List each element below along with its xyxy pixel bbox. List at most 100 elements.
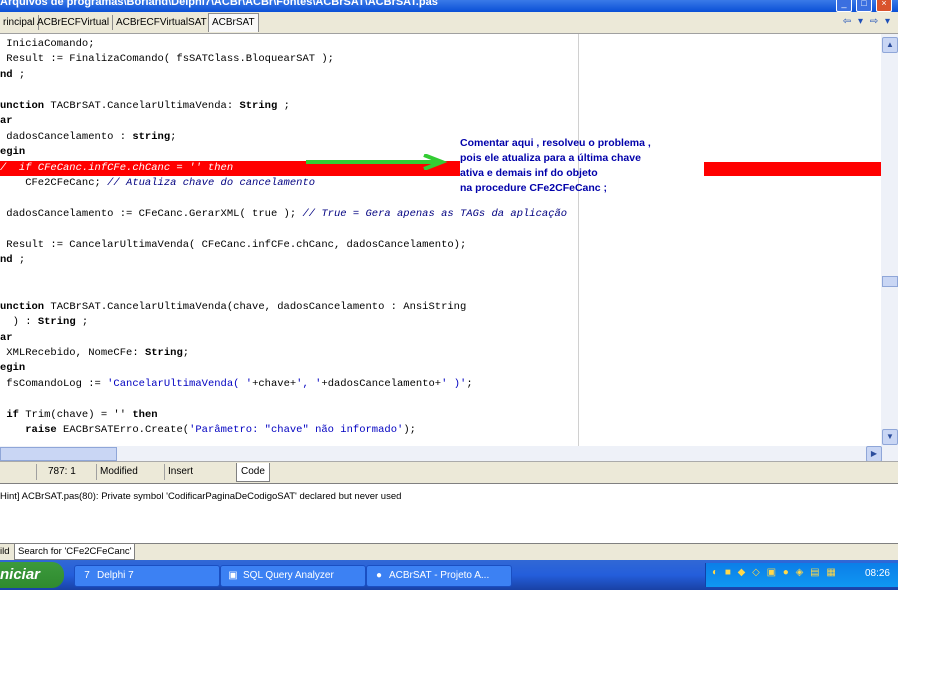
- delphi-icon: 7: [84, 570, 90, 581]
- tab-acbrsat[interactable]: ACBrSAT: [208, 13, 259, 32]
- code-line[interactable]: unction TACBrSAT.CancelarUltimaVenda: St…: [0, 99, 600, 114]
- task-sql-query-analyzer[interactable]: ▣ SQL Query Analyzer: [220, 565, 366, 587]
- task-delphi[interactable]: 7 Delphi 7: [74, 565, 220, 587]
- code-editor[interactable]: IniciaComando; Result := FinalizaComando…: [0, 34, 881, 446]
- tab-acbrecfvirtualsat[interactable]: ACBrECFVirtualSAT: [113, 15, 211, 30]
- code-token: TACBrSAT.CancelarUltimaVenda:: [44, 99, 240, 112]
- code-token: nd: [0, 68, 13, 81]
- status-divider: [164, 464, 165, 480]
- sql-analyzer-icon: ▣: [228, 570, 238, 581]
- close-button[interactable]: ×: [876, 0, 892, 12]
- code-line[interactable]: [0, 284, 600, 299]
- code-token: TACBrSAT.CancelarUltimaVenda(chave, dado…: [44, 300, 467, 313]
- modified-indicator: Modified: [100, 466, 138, 477]
- code-token: dadosCancelamento :: [0, 130, 133, 143]
- window-title: Arquivos de programas\Borland\Delphi7\AC…: [0, 0, 438, 8]
- code-line[interactable]: [0, 83, 600, 98]
- code-token: 'CancelarUltimaVenda( ': [107, 377, 253, 390]
- code-line[interactable]: IniciaComando;: [0, 37, 600, 52]
- code-token: +dadosCancelamento+: [321, 377, 442, 390]
- code-token: ;: [466, 377, 473, 390]
- code-line[interactable]: Result := CancelarUltimaVenda( CFeCanc.i…: [0, 238, 600, 253]
- code-line[interactable]: raise EACBrSATErro.Create('Parâmetro: "c…: [0, 423, 600, 438]
- scroll-right-icon[interactable]: ▶: [866, 446, 882, 462]
- code-token: ;: [75, 316, 89, 329]
- code-token: if: [6, 408, 19, 421]
- desktop-screen: Arquivos de programas\Borland\Delphi7\AC…: [0, 0, 898, 590]
- status-divider: [96, 464, 97, 480]
- task-chrome-acbrsat[interactable]: ● ACBrSAT - Projeto A...: [366, 565, 512, 587]
- code-line[interactable]: ar: [0, 114, 600, 129]
- code-token: ', ': [296, 377, 322, 390]
- code-token: ' )': [441, 377, 467, 390]
- code-line[interactable]: ) : String ;: [0, 315, 600, 330]
- code-line[interactable]: [0, 392, 600, 407]
- code-token: ;: [12, 68, 26, 81]
- code-token: // True = Gera apenas as TAGs da aplicaç…: [302, 207, 568, 220]
- message-hint[interactable]: Hint] ACBrSAT.pas(80): Private symbol 'C…: [0, 491, 401, 502]
- maximize-button[interactable]: □: [856, 0, 872, 12]
- code-line[interactable]: ar: [0, 331, 600, 346]
- code-token: unction: [0, 300, 45, 313]
- code-token: String: [144, 347, 183, 359]
- tab-acbrecfvirtual[interactable]: ACBrECFVirtual: [34, 15, 114, 30]
- task-label: ACBrSAT - Projeto A...: [389, 570, 490, 581]
- status-divider: [36, 464, 37, 480]
- code-token: String: [37, 316, 76, 329]
- vertical-scroll-thumb[interactable]: [882, 276, 898, 287]
- editor-tab-bar: rincipal ACBrECFVirtual ACBrECFVirtualSA…: [0, 12, 898, 34]
- code-token: string: [132, 130, 171, 143]
- code-line[interactable]: [0, 222, 600, 237]
- code-token: XMLRecebido, NomeCFe:: [0, 347, 145, 359]
- system-tray: ◐ ■ ◆ ◇ ▣ ● ◈ ▤ ▦ 08:26: [705, 563, 898, 587]
- code-line[interactable]: nd ;: [0, 253, 600, 268]
- code-line[interactable]: [0, 269, 600, 284]
- code-token: CFe2CFeCanc;: [0, 177, 108, 190]
- taskbar: niciar 7 Delphi 7 ▣ SQL Query Analyzer ● AC…: [0, 560, 898, 590]
- editor-status-bar: 787: 1 Modified Insert Code: [0, 461, 898, 483]
- task-label: SQL Query Analyzer: [243, 570, 334, 581]
- tab-build[interactable]: ild: [0, 544, 10, 559]
- tab-search-results[interactable]: Search for 'CFe2CFeCanc': [14, 544, 136, 560]
- highlight-bar: [704, 162, 881, 176]
- code-token: );: [403, 424, 416, 437]
- tab-principal[interactable]: rincipal: [0, 15, 39, 30]
- code-token: ) :: [0, 316, 38, 329]
- start-button[interactable]: niciar: [0, 562, 64, 588]
- code-token: 'Parâmetro: "chave" não informado': [189, 424, 404, 437]
- code-line[interactable]: fsComandoLog := 'CancelarUltimaVenda( '+…: [0, 377, 600, 392]
- code-token: IniciaComando;: [0, 38, 95, 50]
- horizontal-scrollbar[interactable]: ▶: [0, 446, 898, 462]
- cursor-position: 787: 1: [48, 466, 76, 477]
- code-line[interactable]: XMLRecebido, NomeCFe: String;: [0, 346, 600, 361]
- code-token: ;: [277, 99, 290, 112]
- clock[interactable]: 08:26: [865, 568, 890, 579]
- code-line[interactable]: nd ;: [0, 68, 600, 83]
- nav-arrows-icon[interactable]: ⇦ ▾ ⇨ ▾: [843, 16, 892, 27]
- code-token: then: [132, 408, 158, 421]
- code-token: dadosCancelamento := CFeCanc.GerarXML( t…: [0, 207, 303, 220]
- scroll-down-icon[interactable]: ▼: [882, 429, 898, 445]
- code-token: nd: [0, 254, 13, 267]
- code-token: unction: [0, 99, 45, 112]
- horizontal-scroll-thumb[interactable]: [0, 447, 117, 461]
- messages-panel[interactable]: Hint] ACBrSAT.pas(80): Private symbol 'C…: [0, 483, 898, 544]
- code-line[interactable]: unction TACBrSAT.CancelarUltimaVenda(cha…: [0, 300, 600, 315]
- minimize-button[interactable]: _: [836, 0, 852, 12]
- green-arrow-icon: [306, 154, 448, 170]
- tray-icons[interactable]: ◐ ■ ◆ ◇ ▣ ● ◈ ▤ ▦: [712, 567, 838, 578]
- code-token: +chave+: [252, 377, 297, 390]
- code-line[interactable]: Result := FinalizaComando( fsSATClass.Bl…: [0, 52, 600, 67]
- annotation-line: pois ele atualiza para a última chave: [460, 152, 641, 164]
- code-line[interactable]: dadosCancelamento := CFeCanc.GerarXML( t…: [0, 207, 600, 222]
- code-line[interactable]: if Trim(chave) = '' then: [0, 408, 600, 423]
- insert-mode-indicator: Insert: [168, 466, 194, 477]
- scroll-up-icon[interactable]: ▲: [882, 37, 898, 53]
- code-line[interactable]: egin: [0, 361, 600, 376]
- code-token: raise: [25, 424, 57, 437]
- code-token: EACBrSATErro.Create(: [56, 424, 190, 437]
- tab-code[interactable]: Code: [236, 463, 270, 482]
- window-titlebar[interactable]: Arquivos de programas\Borland\Delphi7\AC…: [0, 0, 898, 12]
- vertical-scrollbar[interactable]: ▲ ▼: [881, 34, 898, 446]
- code-token: // Atualiza chave do cancelamento: [107, 177, 316, 190]
